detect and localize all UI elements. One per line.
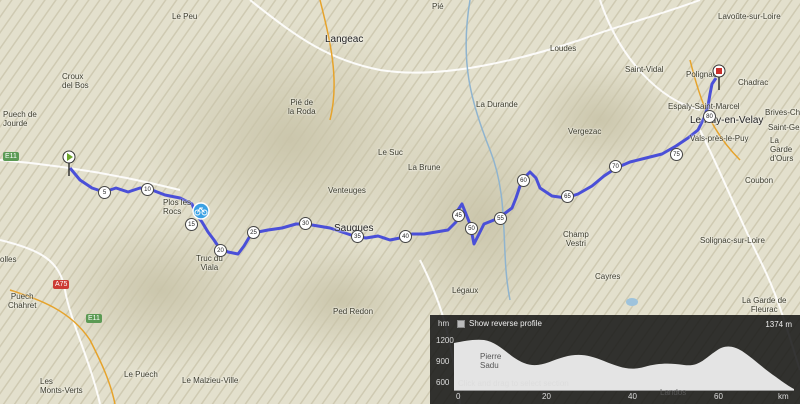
place-label: La Durande [476, 100, 518, 109]
km-marker: 35 [351, 230, 364, 243]
km-marker: 50 [465, 222, 478, 235]
place-label: Puech de Jourde [3, 110, 37, 128]
road-shield: E11 [3, 152, 19, 161]
km-marker: 20 [214, 244, 227, 257]
place-label: Le Malzieu-Ville [182, 376, 239, 385]
place-label: Vergezac [568, 127, 602, 136]
x-tick-label: 60 [714, 392, 723, 401]
place-label: Chadrac [738, 78, 769, 87]
km-marker: 55 [494, 212, 507, 225]
place-label: Lavoûte-sur-Loire [718, 12, 781, 21]
km-marker: 65 [561, 190, 574, 203]
place-label: Champ Vestri [563, 230, 589, 248]
place-label: Pierre Sadu [480, 352, 502, 370]
place-label: Brives-Ch [765, 108, 800, 117]
place-label: Cayres [595, 272, 621, 281]
place-label: Loudes [550, 44, 577, 53]
km-marker: 70 [609, 160, 622, 173]
y-unit-label: hm [438, 319, 450, 328]
drag-hint: Click and drag to select section [458, 379, 569, 388]
place-label: Espaly-Saint-Marcel [668, 102, 740, 111]
reverse-profile-label[interactable]: Show reverse profile [469, 319, 542, 328]
x-tick-label: 0 [456, 392, 461, 401]
place-label: Coubon [745, 176, 774, 185]
km-marker: 30 [299, 217, 312, 230]
y-tick-label: 1200 [436, 336, 454, 345]
place-label: Légaux [452, 286, 479, 295]
place-label: Le Puy-en-Velay [690, 115, 764, 126]
place-label: Pié [432, 2, 444, 11]
km-marker: 75 [670, 148, 683, 161]
place-label: La Garde de Fleurac [742, 296, 787, 314]
place-label: Puech Chahret [8, 292, 37, 310]
place-label: Les Monts-Verts [40, 377, 83, 395]
place-label: Ped Redon [333, 307, 374, 316]
km-marker: 40 [399, 230, 412, 243]
km-marker: 5 [98, 186, 111, 199]
x-tick-label: 20 [542, 392, 551, 401]
km-marker: 25 [247, 226, 260, 239]
km-marker: 60 [517, 174, 530, 187]
place-label: La Brune [408, 163, 441, 172]
km-marker: 45 [452, 209, 465, 222]
y-tick-label: 600 [436, 378, 450, 387]
road-shield: E11 [86, 314, 102, 323]
place-label: La Garde d'Ours [770, 136, 794, 163]
place-label: Le Suc [378, 148, 403, 157]
x-unit-label: km [778, 392, 789, 401]
start-flag-icon[interactable] [62, 150, 78, 176]
max-elevation-readout: 1374 m [765, 320, 792, 329]
road-shield: A75 [53, 280, 70, 289]
x-tick-label: 40 [628, 392, 637, 401]
place-label: Saint-Vidal [625, 65, 664, 74]
bicycle-icon[interactable] [192, 202, 210, 220]
km-marker: 80 [703, 110, 716, 123]
place-label: Croux del Bos [62, 72, 89, 90]
place-label: Langeac [325, 34, 364, 45]
place-label: Landos [660, 388, 687, 397]
finish-flag-icon[interactable] [712, 64, 728, 90]
place-label: Le Puech [124, 370, 158, 379]
place-label: Saint-Gen [768, 123, 800, 132]
place-label: Plos les Rocs [163, 198, 192, 216]
place-label: olles [0, 255, 17, 264]
map-view[interactable]: Le Peu Pié Langeac Loudes Lavoûte-sur-Lo… [0, 0, 800, 404]
place-label: Vals-près-le-Puy [690, 134, 749, 143]
reverse-profile-checkbox[interactable] [457, 320, 465, 328]
place-label: Solignac-sur-Loire [700, 236, 765, 245]
km-marker: 10 [141, 183, 154, 196]
place-label: Le Peu [172, 12, 198, 21]
place-label: Venteuges [328, 186, 366, 195]
place-label: Pié de la Roda [288, 98, 316, 116]
y-tick-label: 900 [436, 357, 450, 366]
